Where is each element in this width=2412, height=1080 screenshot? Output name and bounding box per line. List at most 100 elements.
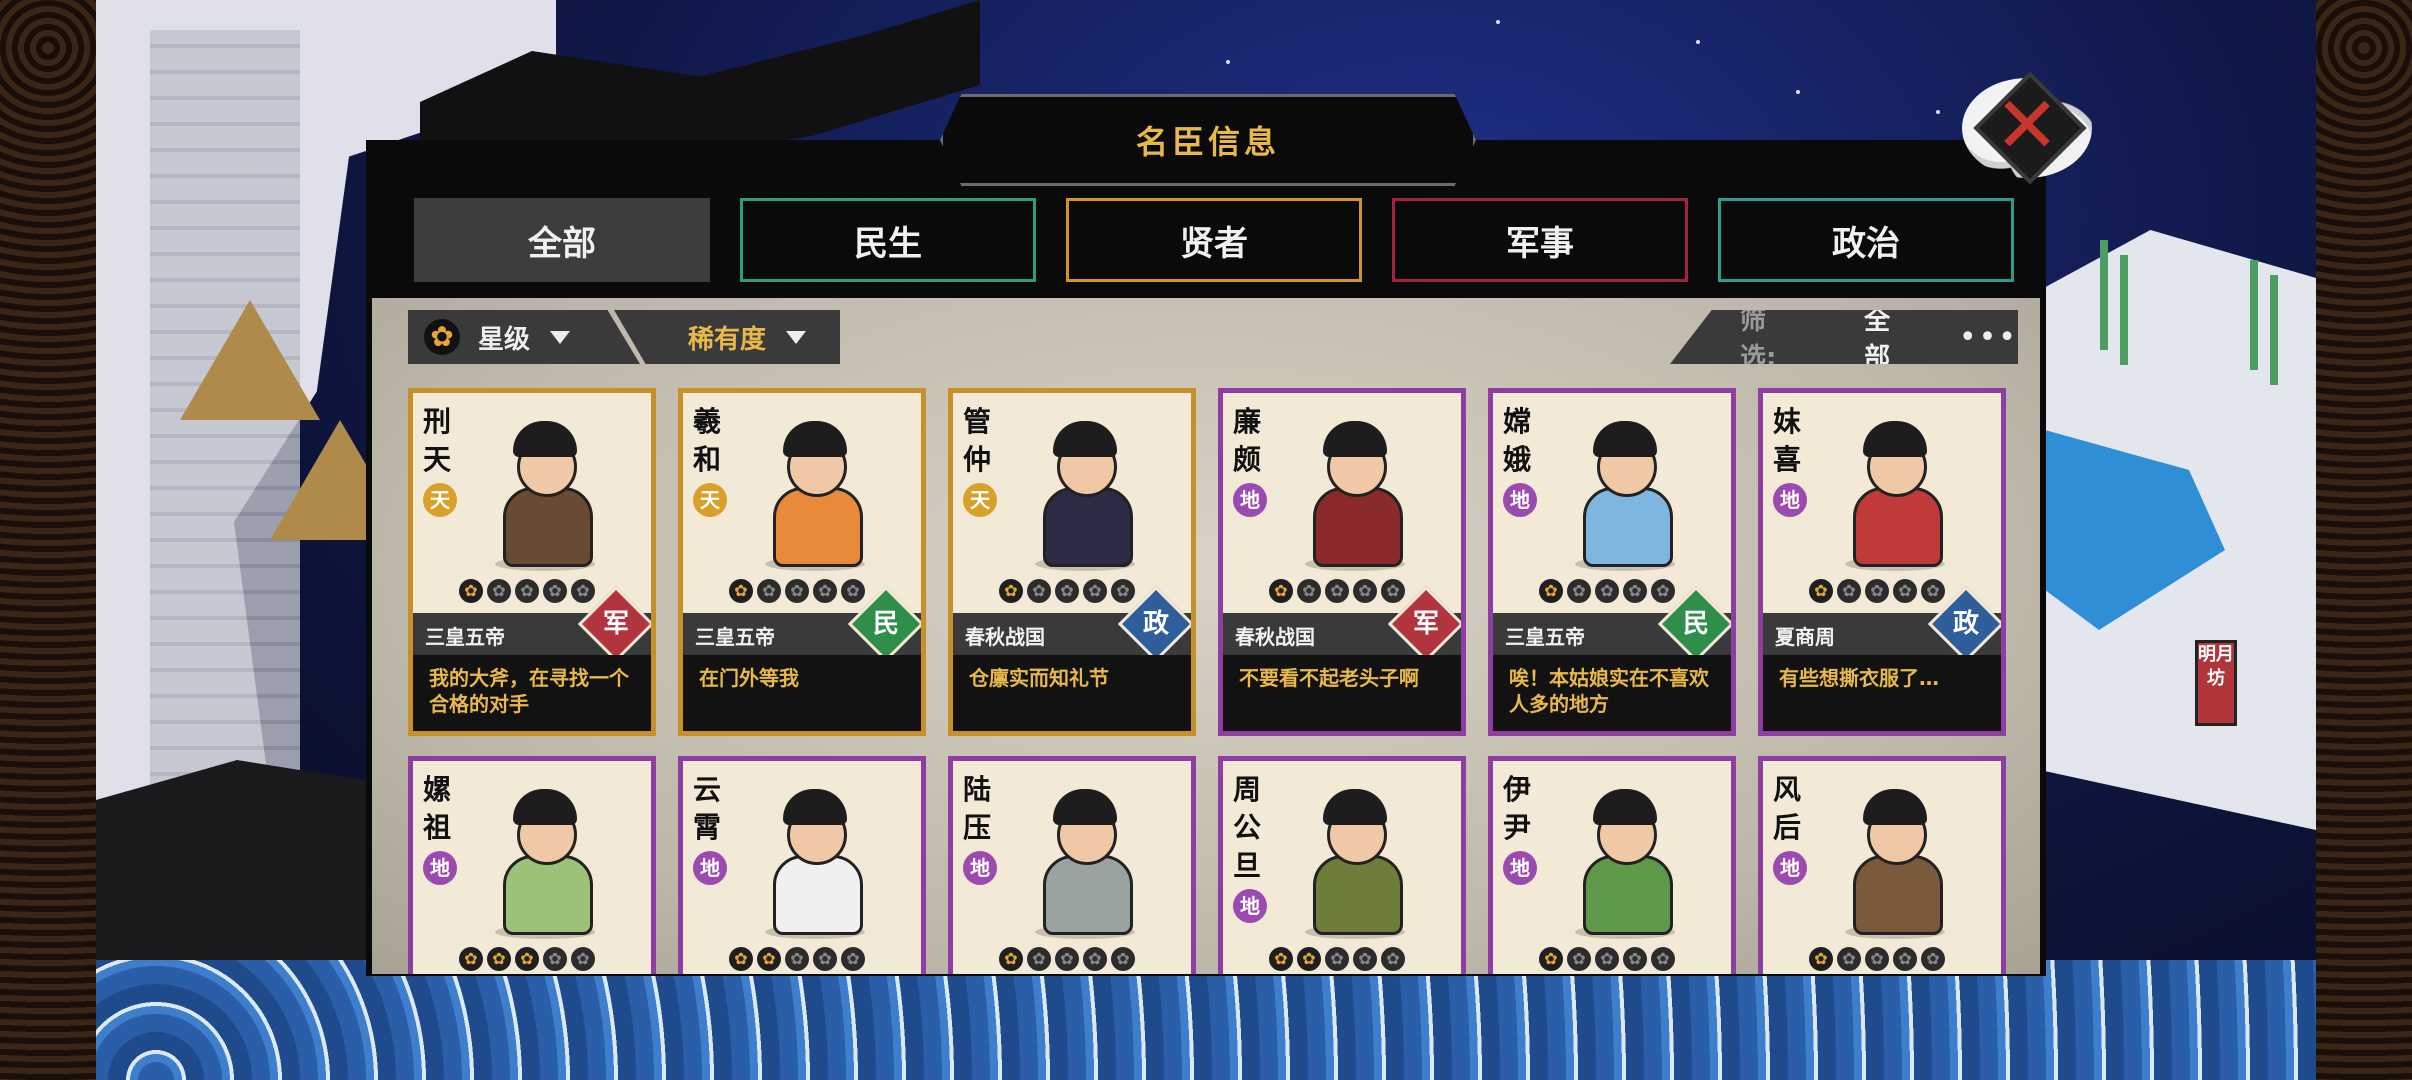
star-icon: ✿: [1353, 579, 1377, 603]
minister-quote: 仓廪实而知礼节: [953, 655, 1191, 731]
star-icon: ✿: [1055, 579, 1079, 603]
star-icon: ✿: [1539, 579, 1563, 603]
star-icon: ✿: [813, 947, 837, 971]
star-icon: ✿: [459, 947, 483, 971]
minister-card-grid: 刑天天 ✿ ✿ ✿ ✿ ✿ 三皇五帝军我的大斧，在寻找一个合格的对手 羲和天 ✿ ✿ ✿ ✿ ✿ 三皇五帝…: [0, 0, 2412, 974]
minister-name: 周公旦: [1233, 773, 1262, 882]
star-icon: ✿: [1027, 947, 1051, 971]
star-icon: ✿: [785, 947, 809, 971]
star-icon: ✿: [1055, 947, 1079, 971]
rank-badge: 天: [423, 483, 457, 517]
star-icon: ✿: [515, 947, 539, 971]
rank-badge: 天: [963, 483, 997, 517]
era-label: 三皇五帝: [695, 625, 775, 649]
minister-name: 管仲: [963, 405, 992, 476]
era-label: 三皇五帝: [1505, 625, 1585, 649]
category-label: 民: [1682, 609, 1709, 639]
star-icon: ✿: [1269, 579, 1293, 603]
minister-portrait: [1017, 411, 1147, 571]
star-icon: ✿: [1567, 579, 1591, 603]
minister-quote: 唉！本姑娘实在不喜欢人多的地方: [1493, 655, 1731, 731]
minister-card[interactable]: 管仲天 ✿ ✿ ✿ ✿ ✿ 春秋战国 政仓廪实而知礼节: [948, 388, 1196, 736]
star-icon: ✿: [1595, 947, 1619, 971]
category-label: 政: [1142, 609, 1169, 639]
star-icon: ✿: [487, 947, 511, 971]
minister-name: 妺喜: [1773, 405, 1802, 476]
minister-card[interactable]: 廉颇地 ✿ ✿ ✿ ✿ ✿ 春秋战国 军不要看不起老头子啊: [1218, 388, 1466, 736]
minister-card[interactable]: 周公旦地 ✿ ✿ ✿ ✿ ✿: [1218, 756, 1466, 974]
minister-card[interactable]: 风后地 ✿ ✿ ✿ ✿ ✿: [1758, 756, 2006, 974]
star-icon: ✿: [1809, 947, 1833, 971]
star-rating: ✿ ✿ ✿ ✿ ✿: [999, 947, 1135, 973]
star-icon: ✿: [1893, 579, 1917, 603]
minister-name: 嫦娥: [1503, 405, 1532, 476]
star-icon: ✿: [1083, 947, 1107, 971]
era-label: 春秋战国: [965, 625, 1045, 649]
star-rating: ✿ ✿ ✿ ✿ ✿: [729, 947, 865, 973]
star-icon: ✿: [785, 579, 809, 603]
minister-name: 刑天: [423, 405, 452, 476]
star-rating: ✿ ✿ ✿ ✿ ✿: [729, 579, 865, 605]
star-rating: ✿ ✿ ✿ ✿ ✿: [1539, 579, 1675, 605]
star-rating: ✿ ✿ ✿ ✿ ✿: [459, 579, 595, 605]
rank-badge: 地: [1773, 851, 1807, 885]
rank-badge: 地: [1233, 483, 1267, 517]
category-label: 民: [872, 609, 899, 639]
star-icon: ✿: [1651, 947, 1675, 971]
minister-card[interactable]: 伊尹地 ✿ ✿ ✿ ✿ ✿: [1488, 756, 1736, 974]
rank-badge: 地: [1773, 483, 1807, 517]
minister-portrait: [1827, 779, 1957, 939]
star-rating: ✿ ✿ ✿ ✿ ✿: [1809, 579, 1945, 605]
minister-card[interactable]: 妺喜地 ✿ ✿ ✿ ✿ ✿ 夏商周 政有些想撕衣服了…: [1758, 388, 2006, 736]
minister-portrait: [1287, 411, 1417, 571]
star-icon: ✿: [543, 579, 567, 603]
star-icon: ✿: [1921, 947, 1945, 971]
minister-card[interactable]: 羲和天 ✿ ✿ ✿ ✿ ✿ 三皇五帝 民在门外等我: [678, 388, 926, 736]
minister-portrait: [1557, 779, 1687, 939]
minister-name: 伊尹: [1503, 773, 1532, 844]
star-icon: ✿: [459, 579, 483, 603]
star-icon: ✿: [515, 579, 539, 603]
minister-portrait: [747, 779, 877, 939]
star-rating: ✿ ✿ ✿ ✿ ✿: [1539, 947, 1675, 973]
category-label: 政: [1952, 609, 1979, 639]
rank-badge: 地: [1503, 851, 1537, 885]
minister-card[interactable]: 嫘祖地 ✿ ✿ ✿ ✿ ✿: [408, 756, 656, 974]
star-icon: ✿: [999, 947, 1023, 971]
star-icon: ✿: [813, 579, 837, 603]
star-icon: ✿: [1325, 947, 1349, 971]
star-icon: ✿: [729, 579, 753, 603]
minister-name: 风后: [1773, 773, 1802, 844]
minister-card[interactable]: 云霄地 ✿ ✿ ✿ ✿ ✿: [678, 756, 926, 974]
minister-portrait: [747, 411, 877, 571]
category-label: 军: [1412, 609, 1439, 639]
rank-badge: 地: [693, 851, 727, 885]
star-rating: ✿ ✿ ✿ ✿ ✿: [1269, 579, 1405, 605]
star-icon: ✿: [1083, 579, 1107, 603]
category-label: 军: [602, 609, 629, 639]
minister-quote: 在门外等我: [683, 655, 921, 731]
minister-name: 嫘祖: [423, 773, 452, 844]
era-label: 夏商周: [1775, 625, 1835, 649]
minister-card[interactable]: 嫦娥地 ✿ ✿ ✿ ✿ ✿ 三皇五帝 民唉！本姑娘实在不喜欢人多的地方: [1488, 388, 1736, 736]
star-rating: ✿ ✿ ✿ ✿ ✿: [999, 579, 1135, 605]
star-rating: ✿ ✿ ✿ ✿ ✿: [1809, 947, 1945, 973]
minister-card[interactable]: 刑天天 ✿ ✿ ✿ ✿ ✿ 三皇五帝 军我的大斧，在寻找一个合格的对手: [408, 388, 656, 736]
minister-quote: 我的大斧，在寻找一个合格的对手: [413, 655, 651, 731]
star-icon: ✿: [1623, 947, 1647, 971]
minister-portrait: [1557, 411, 1687, 571]
minister-portrait: [477, 779, 607, 939]
era-label: 三皇五帝: [425, 625, 505, 649]
star-rating: ✿ ✿ ✿ ✿ ✿: [1269, 947, 1405, 973]
star-icon: ✿: [1809, 579, 1833, 603]
minister-portrait: [1017, 779, 1147, 939]
star-icon: ✿: [1837, 579, 1861, 603]
star-icon: ✿: [543, 947, 567, 971]
minister-portrait: [477, 411, 607, 571]
minister-card[interactable]: 陆压地 ✿ ✿ ✿ ✿ ✿: [948, 756, 1196, 974]
star-icon: ✿: [757, 579, 781, 603]
era-label: 春秋战国: [1235, 625, 1315, 649]
minister-portrait: [1827, 411, 1957, 571]
star-icon: ✿: [1269, 947, 1293, 971]
minister-name: 廉颇: [1233, 405, 1262, 476]
